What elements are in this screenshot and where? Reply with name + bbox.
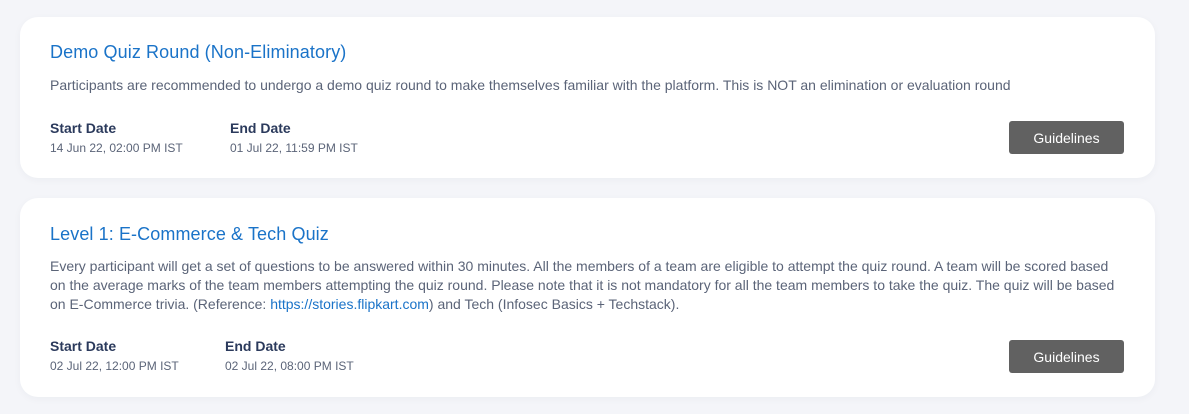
end-date-block: End Date 02 Jul 22, 08:00 PM IST [225, 337, 354, 374]
round-description: Every participant will get a set of ques… [50, 257, 1115, 314]
start-date-label: Start Date [50, 120, 117, 136]
quiz-round-card-demo: Demo Quiz Round (Non-Eliminatory) Partic… [20, 17, 1155, 178]
start-date-value: 02 Jul 22, 12:00 PM IST [50, 359, 179, 373]
guidelines-button[interactable]: Guidelines [1009, 121, 1124, 154]
round-title: Demo Quiz Round (Non-Eliminatory) [50, 42, 347, 62]
end-date-block: End Date 01 Jul 22, 11:59 PM IST [230, 119, 358, 156]
start-date-value: 14 Jun 22, 02:00 PM IST [50, 141, 183, 155]
end-date-value: 02 Jul 22, 08:00 PM IST [225, 359, 354, 373]
end-date-value: 01 Jul 22, 11:59 PM IST [230, 141, 358, 155]
end-date-label: End Date [230, 120, 291, 136]
start-date-block: Start Date 02 Jul 22, 12:00 PM IST [50, 337, 179, 374]
round-description: Participants are recommended to undergo … [50, 77, 1011, 93]
guidelines-button[interactable]: Guidelines [1009, 340, 1124, 373]
start-date-block: Start Date 14 Jun 22, 02:00 PM IST [50, 119, 183, 156]
start-date-label: Start Date [50, 338, 117, 354]
quiz-round-card-level-1: Level 1: E-Commerce & Tech Quiz Every pa… [20, 198, 1155, 397]
end-date-label: End Date [225, 338, 286, 354]
description-text-after-link: ) and Tech (Infosec Basics + Techstack). [428, 296, 680, 312]
round-title: Level 1: E-Commerce & Tech Quiz [50, 224, 329, 244]
reference-link[interactable]: https://stories.flipkart.com [270, 296, 429, 312]
